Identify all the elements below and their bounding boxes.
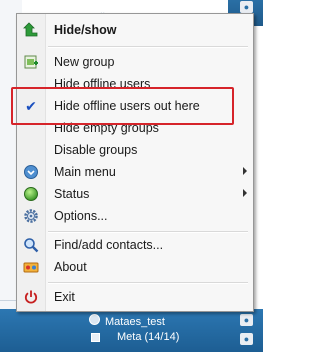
group-collapse-icon[interactable] (91, 333, 100, 342)
status-green-icon (23, 186, 39, 202)
main-menu-icon (23, 164, 39, 180)
menu-separator (48, 46, 248, 48)
about-icon (23, 259, 39, 275)
menu-item-find-add-contacts[interactable]: Find/add contacts... (17, 234, 253, 256)
menu-separator (48, 231, 248, 233)
menu-item-label: Exit (54, 290, 75, 304)
menu-item-about[interactable]: About (17, 256, 253, 278)
menu-item-label: Options... (54, 209, 108, 223)
menu-item-hide-show[interactable]: Hide/show (17, 19, 253, 41)
green-arrow-icon (23, 22, 39, 38)
add-group-icon (23, 54, 39, 70)
submenu-arrow-icon (243, 189, 247, 197)
menu-item-exit[interactable]: Exit (17, 286, 253, 308)
context-menu: Hide/show New group Hide offline users ✔… (16, 13, 254, 312)
contact-protocol-icon-top: ● (240, 1, 253, 13)
gear-icon (23, 208, 39, 224)
group-protocol-icon: ● (240, 333, 253, 345)
contact-name[interactable]: Mataes_test (105, 316, 165, 328)
menu-separator (48, 282, 248, 284)
group-name[interactable]: Meta (14/14) (117, 331, 179, 343)
menu-item-label: Status (54, 187, 90, 201)
menu-item-status[interactable]: Status (17, 183, 253, 205)
menu-item-label: About (54, 260, 87, 274)
menu-item-label: Disable groups (54, 143, 138, 157)
submenu-arrow-icon (243, 167, 247, 175)
menu-item-options[interactable]: Options... (17, 205, 253, 227)
highlight-box (11, 87, 234, 125)
menu-item-label: Main menu (54, 165, 116, 179)
menu-item-main-menu[interactable]: Main menu (17, 161, 253, 183)
magnifier-icon (23, 237, 39, 253)
menu-item-new-group[interactable]: New group (17, 51, 253, 73)
power-icon (23, 289, 39, 305)
contact-status-icon (89, 314, 100, 325)
contact-protocol-icon: ● (240, 314, 253, 326)
menu-item-disable-groups[interactable]: Disable groups (17, 139, 253, 161)
menu-item-label: Find/add contacts... (54, 238, 164, 252)
menu-item-label: New group (54, 55, 115, 69)
menu-item-label: Hide/show (54, 23, 117, 37)
